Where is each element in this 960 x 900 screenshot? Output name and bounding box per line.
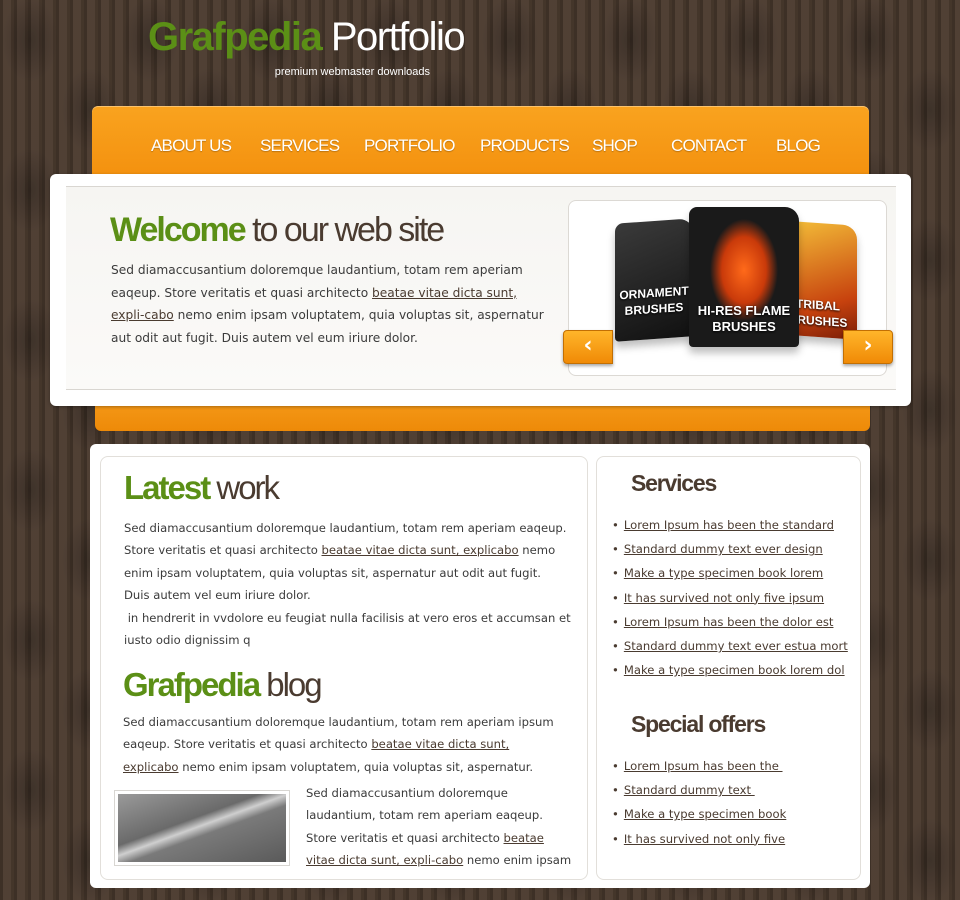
blog-text-end: nemo enim ipsam voluptatem, quia volupta… — [178, 759, 534, 774]
blog-paragraph-1: Sed diamaccusantium doloremque laudantiu… — [123, 711, 563, 778]
services-list-item: • Make a type specimen book lorem dol — [612, 663, 848, 687]
services-heading: Services — [631, 470, 717, 496]
nav-item-portfolio[interactable]: PORTFOLIO — [364, 136, 456, 156]
bullet-icon: • — [612, 759, 619, 773]
services-link-6[interactable]: Standard dummy text ever estua mort — [624, 639, 848, 653]
bullet-icon: • — [612, 783, 619, 798]
bullet-icon: • — [612, 566, 619, 581]
services-list-item: • Lorem Ipsum has been the standard — [612, 518, 848, 542]
bullet-icon: • — [612, 831, 619, 846]
special-offers-heading: Special offers — [631, 711, 766, 737]
bullet-icon: • — [612, 542, 619, 557]
bullet-icon: • — [612, 663, 619, 678]
blog-thumbnail[interactable] — [114, 790, 290, 866]
services-list-item: • Standard dummy text ever estua mort — [612, 639, 848, 663]
bullet-icon: • — [612, 614, 619, 629]
offers-list: • Lorem Ipsum has been the • Standard dumm… — [612, 759, 786, 856]
product-box-flame-brushes[interactable]: HI-RES FLAME BRUSHES — [689, 207, 799, 347]
blog-paragraph-2: Sed diamaccusantium doloremque laudantiu… — [306, 782, 572, 871]
offers-list-item: • Make a type specimen book — [612, 807, 786, 831]
offers-list-item: • Standard dummy text — [612, 783, 786, 807]
bullet-icon: • — [612, 807, 619, 822]
welcome-paragraph: Sed diamaccusantium doloremque laudantiu… — [111, 259, 551, 349]
chevron-right-icon: › — [863, 333, 873, 358]
services-list-item: • Make a type specimen book lorem — [612, 566, 848, 590]
latest-heading-rest: work — [209, 469, 280, 506]
bullet-icon: • — [612, 590, 619, 605]
product-box-ornament-brushes[interactable]: ORNAMENT BRUSHES — [615, 218, 693, 342]
nav-item-products[interactable]: PRODUCTS — [480, 136, 570, 156]
nav-item-blog[interactable]: BLOG — [776, 136, 821, 156]
offers-link-3[interactable]: Make a type specimen book — [624, 807, 786, 821]
slider-prev-button[interactable]: ‹ — [563, 330, 613, 364]
latest-work-heading: Latest work — [124, 468, 280, 508]
offers-link-1[interactable]: Lorem Ipsum has been the — [624, 759, 783, 773]
services-link-2[interactable]: Standard dummy text ever design — [624, 542, 823, 556]
blog-heading-bold: Grafpedia — [123, 666, 261, 703]
blog-heading: Grafpedia blog — [123, 665, 323, 705]
services-list: • Lorem Ipsum has been the standard • Stan… — [612, 518, 848, 687]
nav-item-shop[interactable]: SHOP — [592, 136, 638, 156]
logo-title: Grafpedia Portfolio — [148, 14, 466, 60]
product-box-label: ORNAMENT BRUSHES — [619, 283, 689, 319]
bullet-icon: • — [612, 518, 619, 532]
logo-brand-white: Portfolio — [330, 15, 466, 59]
offers-link-4[interactable]: It has survived not only five — [624, 832, 785, 846]
site-logo[interactable]: Grafpedia Portfolio premium webmaster do… — [148, 14, 466, 78]
services-list-item: • It has survived not only five ipsum — [612, 591, 848, 615]
nav-item-services[interactable]: SERVICES — [260, 136, 340, 156]
services-link-5[interactable]: Lorem Ipsum has been the dolor est — [624, 615, 834, 629]
nav-item-about-us[interactable]: ABOUT US — [151, 136, 232, 156]
latest-heading-bold: Latest — [124, 469, 211, 506]
product-box-label: HI-RES FLAME BRUSHES — [697, 303, 791, 334]
blog-heading-rest: blog — [259, 666, 322, 703]
latest-paragraph-2: Duis autem vel eum iriure dolor. — [124, 588, 311, 602]
product-slider: ORNAMENT BRUSHES TRIBAL BRUSHES HI-RES F… — [568, 200, 887, 376]
welcome-heading: Welcome to our web site — [110, 208, 445, 252]
latest-link[interactable]: beatae vitae dicta sunt, explicabo — [322, 543, 519, 557]
nav-item-contact[interactable]: CONTACT — [671, 136, 747, 156]
offers-list-item: • It has survived not only five — [612, 832, 786, 856]
blog-text2-end: nemo enim ipsam — [463, 852, 572, 867]
services-link-1[interactable]: Lorem Ipsum has been the standard — [624, 518, 834, 532]
services-list-item: • Lorem Ipsum has been the dolor est — [612, 615, 848, 639]
logo-tagline: premium webmaster downloads — [274, 66, 430, 78]
offers-link-2[interactable]: Standard dummy text — [624, 783, 755, 797]
slider-next-button[interactable]: › — [843, 330, 893, 364]
services-link-7[interactable]: Make a type specimen book lorem dol — [624, 663, 845, 677]
services-link-4[interactable]: It has survived not only five ipsum — [624, 591, 824, 605]
offers-list-item: • Lorem Ipsum has been the — [612, 759, 786, 783]
blog-thumbnail-image — [118, 794, 286, 862]
chevron-left-icon: ‹ — [583, 333, 593, 358]
welcome-heading-bold: Welcome — [110, 211, 247, 249]
logo-brand-green: Grafpedia — [148, 15, 323, 59]
latest-paragraph-1: Sed diamaccusantium doloremque laudantiu… — [124, 517, 572, 584]
services-link-3[interactable]: Make a type specimen book lorem — [624, 566, 823, 580]
bullet-icon: • — [612, 638, 619, 653]
latest-paragraph-3: in hendrerit in vvdolore eu feugiat null… — [124, 611, 571, 648]
welcome-text-end: nemo enim ipsam voluptatem, quia volupta… — [111, 308, 544, 345]
welcome-heading-rest: to our web site — [244, 211, 445, 249]
services-list-item: • Standard dummy text ever design — [612, 542, 848, 566]
